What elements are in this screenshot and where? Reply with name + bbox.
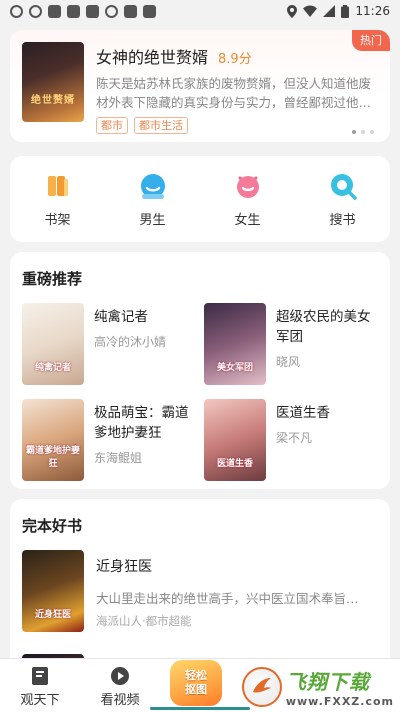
nav-tab-label: 观天下 xyxy=(20,693,60,708)
quick-nav-label: 书架 xyxy=(44,212,71,228)
notification-icons xyxy=(10,4,156,18)
book-title[interactable]: 极品萌宝：霸道爹地护妻狂 xyxy=(94,403,196,443)
quick-nav-male[interactable]: 男生 xyxy=(118,171,188,228)
section-title: 完本好书 xyxy=(22,517,83,535)
app-notification-icon xyxy=(29,4,42,18)
bookshelf-icon xyxy=(43,171,73,201)
quick-nav-bookshelf[interactable]: 书架 xyxy=(23,171,93,228)
quick-nav-label: 搜书 xyxy=(329,212,356,228)
cover-title: 美女军团 xyxy=(216,363,253,373)
quick-nav-female[interactable]: 女生 xyxy=(213,171,283,228)
cover-title: 近身狂医 xyxy=(34,610,71,620)
quick-nav-search[interactable]: 搜书 xyxy=(308,171,378,228)
female-icon xyxy=(233,171,263,201)
watermark-name: 飞翔下载 xyxy=(285,670,370,694)
book-title[interactable]: 女神的绝世赘婿 xyxy=(96,44,208,68)
book-author: 晓风 xyxy=(276,355,301,369)
carousel-dot xyxy=(352,130,356,134)
hot-badge: 热门 xyxy=(352,30,390,51)
app-notification-icon xyxy=(10,4,23,18)
genre-tag[interactable]: 都市生活 xyxy=(134,117,188,134)
book-title[interactable]: 纯禽记者 xyxy=(94,307,196,327)
book-title[interactable]: 超级农民的美女军团 xyxy=(276,307,378,347)
app-notification-icon xyxy=(105,4,118,18)
carousel-dot xyxy=(370,130,374,134)
book-score: 8.9分 xyxy=(218,52,252,67)
watermark-domain: www.FXXZ.com xyxy=(285,695,394,708)
featured-book-banner[interactable]: 绝世赘婿 女神的绝世赘婿 8.9分 陈天是姑苏林氏家族的废物赘婿，但没人知道他废… xyxy=(10,30,390,142)
app-notification-icon xyxy=(48,4,61,18)
signal-icon xyxy=(323,5,336,17)
nav-tab-world[interactable]: 观天下 xyxy=(0,665,80,708)
cover-title: 医道生香 xyxy=(216,459,253,469)
cover-title: 绝世赘婿 xyxy=(31,95,75,106)
promo-badge: 轻松 抠图 xyxy=(170,660,222,706)
app-notification-icon xyxy=(86,4,99,18)
status-bar: 11:26 xyxy=(0,0,400,22)
quick-nav-label: 女生 xyxy=(234,212,261,228)
home-indicator xyxy=(150,707,250,710)
cover-title: 霸道爹地护妻狂 xyxy=(25,446,80,469)
app-notification-icon xyxy=(143,4,156,18)
promo-line: 轻松 xyxy=(185,669,207,682)
carousel-dot xyxy=(361,130,365,134)
app-notification-icon xyxy=(124,4,137,18)
book-title[interactable]: 医道生香 xyxy=(276,403,378,423)
carousel-indicator xyxy=(352,130,374,134)
book-cover[interactable]: 纯禽记者 xyxy=(22,303,84,385)
wifi-icon xyxy=(303,5,318,17)
book-item[interactable]: 霸道爹地护妻狂 极品萌宝：霸道爹地护妻狂 东海鲲姐 xyxy=(22,399,196,481)
section-title: 重磅推荐 xyxy=(22,270,83,288)
book-author: 东海鲲姐 xyxy=(94,451,143,465)
watermark-logo-icon xyxy=(241,667,282,707)
book-item[interactable]: 美女军团 超级农民的美女军团 晓风 xyxy=(204,303,378,385)
battery-icon xyxy=(341,4,350,18)
book-item[interactable]: 医道生香 医道生香 梁不凡 xyxy=(204,399,378,481)
recommend-section: 重磅推荐 纯禽记者 纯禽记者 高冷的沐小婧 美女军团 超级农民的美女军团 晓风 … xyxy=(10,252,390,489)
clock: 11:26 xyxy=(355,4,390,18)
search-icon xyxy=(328,171,358,201)
nav-tab-video[interactable]: 看视频 xyxy=(80,665,160,708)
nav-tab-label: 看视频 xyxy=(100,693,140,708)
location-icon xyxy=(287,4,298,18)
book-description: 大山里走出来的绝世高手，兴中医立国术奉旨… xyxy=(96,591,359,606)
book-cover[interactable]: 美女军团 xyxy=(204,303,266,385)
promo-button[interactable]: 轻松 抠图 xyxy=(166,658,226,708)
book-cover[interactable]: 绝世赘婿 xyxy=(22,42,84,122)
genre-tag[interactable]: 都市 xyxy=(96,117,128,134)
quick-nav-label: 男生 xyxy=(139,212,166,228)
cover-title: 纯禽记者 xyxy=(34,363,71,373)
book-cover[interactable]: 医道生香 xyxy=(204,399,266,481)
book-item[interactable]: 纯禽记者 纯禽记者 高冷的沐小婧 xyxy=(22,303,196,385)
book-author: 梁不凡 xyxy=(276,431,313,445)
book-description: 陈天是姑苏林氏家族的废物赘婿，但没人知道他废材外表下隐藏的真实身份与实力，曾经鄙… xyxy=(96,76,372,110)
quick-nav: 书架 男生 女生 搜书 xyxy=(10,156,390,242)
male-icon xyxy=(138,171,168,201)
book-cover[interactable]: 霸道爹地护妻狂 xyxy=(22,399,84,481)
book-author: 高冷的沐小婧 xyxy=(94,335,167,349)
book-meta: 海派山人·都市超能 xyxy=(96,614,192,628)
book-icon xyxy=(29,665,51,687)
book-item[interactable]: 近身狂医 近身狂医 大山里走出来的绝世高手，兴中医立国术奉旨… 海派山人·都市超… xyxy=(22,550,378,632)
book-cover[interactable]: 近身狂医 xyxy=(22,550,84,632)
app-notification-icon xyxy=(67,4,80,18)
play-icon xyxy=(109,665,131,687)
book-title[interactable]: 近身狂医 xyxy=(96,556,378,576)
watermark: 飞翔下载 www.FXXZ.com xyxy=(241,666,394,708)
promo-line: 抠图 xyxy=(185,683,207,696)
